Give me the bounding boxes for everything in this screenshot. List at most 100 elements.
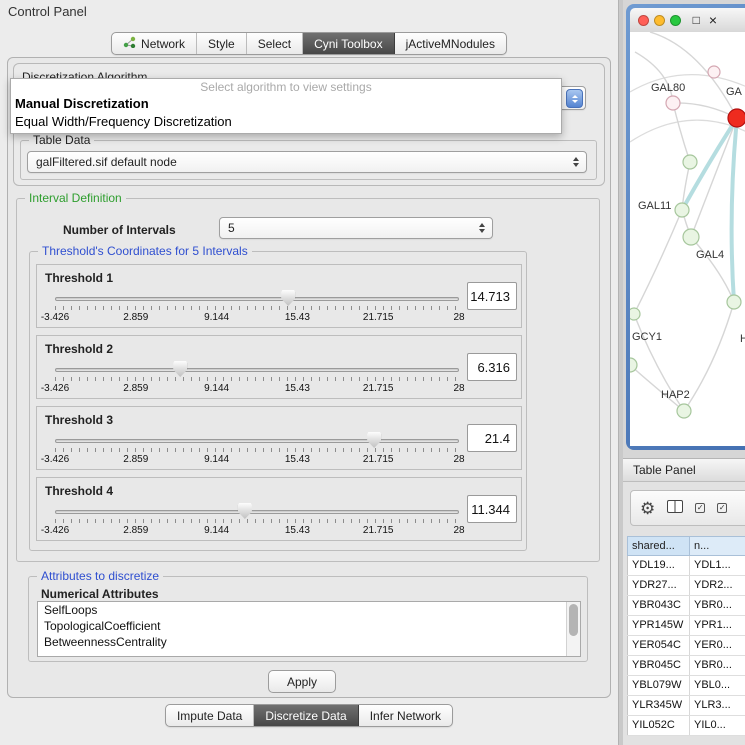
slider-thumb[interactable] xyxy=(173,361,187,377)
apply-button[interactable]: Apply xyxy=(268,670,336,693)
network-node[interactable] xyxy=(683,155,697,169)
network-node[interactable] xyxy=(630,308,640,320)
tick-label: 2.859 xyxy=(123,383,148,394)
tab-jactivemnodules[interactable]: jActiveMNodules xyxy=(395,33,506,54)
threshold-slider: -3.426 2.859 9.144 15.43 21.715 28 xyxy=(55,362,459,398)
network-node[interactable] xyxy=(666,96,680,110)
table-row[interactable]: YDL19...YDL1... xyxy=(627,556,745,576)
table-row[interactable]: YIL052CYIL0... xyxy=(627,716,745,736)
slider-thumb[interactable] xyxy=(367,432,381,448)
control-panel-titlebar: Control Panel xyxy=(0,0,618,22)
tick-label: 21.715 xyxy=(363,312,394,323)
table-row[interactable]: YBL079WYBL0... xyxy=(627,676,745,696)
gear-icon[interactable]: ⚙ xyxy=(640,500,655,517)
network-node[interactable] xyxy=(683,229,699,245)
table-row[interactable]: YPR145WYPR1... xyxy=(627,616,745,636)
num-intervals-spinner[interactable]: 5 xyxy=(219,217,493,239)
threshold-value-field[interactable] xyxy=(467,353,517,381)
list-item[interactable]: BetweennessCentrality xyxy=(38,634,580,650)
list-item[interactable]: SelfLoops xyxy=(38,602,580,618)
tick-label: 9.144 xyxy=(204,525,229,536)
table-row[interactable]: YBR043CYBR0... xyxy=(627,596,745,616)
threshold-value-field[interactable] xyxy=(467,495,517,523)
numerical-attributes-list[interactable]: SelfLoopsTopologicalCoefficientBetweenne… xyxy=(37,601,581,657)
tick-label: 9.144 xyxy=(204,312,229,323)
list-scrollbar[interactable] xyxy=(566,602,580,656)
network-edge[interactable] xyxy=(732,118,737,302)
tick-label: 9.144 xyxy=(204,383,229,394)
tick-label: -3.426 xyxy=(41,454,69,465)
select-all-checkbox-icon[interactable]: ✓ xyxy=(695,503,705,513)
thresholds-group-title: Threshold's Coordinates for 5 Intervals xyxy=(38,244,252,258)
table-cell: YBR0... xyxy=(690,596,745,615)
tick-label: 2.859 xyxy=(123,454,148,465)
network-edge[interactable] xyxy=(634,210,682,314)
threshold-label: Threshold 2 xyxy=(45,342,113,356)
tick-label: 2.859 xyxy=(123,525,148,536)
table-toolbar: ⚙ ✓ ✓ xyxy=(630,490,745,526)
tick-label: 2.859 xyxy=(123,312,148,323)
slider-track[interactable] xyxy=(55,368,459,372)
table-row[interactable]: YLR345WYLR3... xyxy=(627,696,745,716)
minimize-traffic-light-icon[interactable] xyxy=(654,15,665,26)
table-data-combobox[interactable]: galFiltered.sif default node xyxy=(27,151,587,173)
table-cell: YBR0... xyxy=(690,656,745,675)
table-row[interactable]: YBR045CYBR0... xyxy=(627,656,745,676)
table-row[interactable]: YER054CYER0... xyxy=(627,636,745,656)
tab-impute-data[interactable]: Impute Data xyxy=(166,705,254,726)
float-window-icon[interactable]: □ xyxy=(693,13,700,27)
network-node[interactable] xyxy=(675,203,689,217)
network-edge[interactable] xyxy=(691,237,734,302)
slider-thumb[interactable] xyxy=(281,290,295,306)
network-node-label: GCY1 xyxy=(632,331,662,343)
zoom-traffic-light-icon[interactable] xyxy=(670,15,681,26)
column-header-shared-name[interactable]: shared... xyxy=(627,536,690,556)
network-svg: GAL80GAGAL11GAL4GCY1HHAP2 xyxy=(630,32,745,446)
threshold-slider: -3.426 2.859 9.144 15.43 21.715 28 xyxy=(55,504,459,540)
slider-track[interactable] xyxy=(55,510,459,514)
network-node[interactable] xyxy=(677,404,691,418)
network-window-titlebar[interactable]: □ × xyxy=(630,8,745,32)
combobox-arrows-button[interactable] xyxy=(566,89,583,108)
slider-track[interactable] xyxy=(55,439,459,443)
network-edge[interactable] xyxy=(673,103,737,118)
threshold-value-field[interactable] xyxy=(467,282,517,310)
tab-label: Network xyxy=(141,37,185,51)
tab-style[interactable]: Style xyxy=(197,33,247,54)
interval-definition-group-title: Interval Definition xyxy=(25,191,126,205)
network-node-label: H xyxy=(740,333,745,345)
close-traffic-light-icon[interactable] xyxy=(638,15,649,26)
threshold-value-field[interactable] xyxy=(467,424,517,452)
threshold-panel: Threshold 4 -3.426 2.859 9.144 15.43 21.… xyxy=(36,477,522,541)
dropdown-option-equal-width[interactable]: Equal Width/Frequency Discretization xyxy=(11,113,561,131)
tab-select[interactable]: Select xyxy=(247,33,303,54)
tab-cyni-toolbox[interactable]: Cyni Toolbox xyxy=(303,33,394,54)
table-row[interactable]: YDR27...YDR2... xyxy=(627,576,745,596)
slider-track[interactable] xyxy=(55,297,459,301)
algorithm-dropdown-popup: Select algorithm to view settings Manual… xyxy=(10,78,562,134)
list-item[interactable]: TopologicalCoefficient xyxy=(38,618,580,634)
close-window-icon[interactable]: × xyxy=(709,12,717,28)
select-none-checkbox-icon[interactable]: ✓ xyxy=(717,503,727,513)
network-node[interactable] xyxy=(728,109,745,127)
network-node[interactable] xyxy=(727,295,741,309)
tab-network[interactable]: Network xyxy=(112,33,197,54)
scrollbar-thumb[interactable] xyxy=(569,604,578,636)
threshold-panel: Threshold 1 -3.426 2.859 9.144 15.43 21.… xyxy=(36,264,522,328)
threshold-panel: Threshold 2 -3.426 2.859 9.144 15.43 21.… xyxy=(36,335,522,399)
dropdown-option-manual[interactable]: Manual Discretization xyxy=(11,95,561,113)
table-data-selected-value: galFiltered.sif default node xyxy=(36,155,177,169)
node-table-body: YDL19...YDL1...YDR27...YDR2...YBR043CYBR… xyxy=(627,556,745,736)
network-edge[interactable] xyxy=(630,365,684,411)
tab-infer-network[interactable]: Infer Network xyxy=(359,705,452,726)
slider-thumb[interactable] xyxy=(238,503,252,519)
network-edge[interactable] xyxy=(673,103,690,162)
threshold-label: Threshold 4 xyxy=(45,484,113,498)
columns-icon[interactable] xyxy=(667,500,683,516)
network-edge[interactable] xyxy=(684,302,734,411)
network-canvas[interactable]: GAL80GAGAL11GAL4GCY1HHAP2 xyxy=(630,32,745,446)
tab-discretize-data[interactable]: Discretize Data xyxy=(254,705,358,726)
network-node[interactable] xyxy=(708,66,720,78)
table-data-group-title: Table Data xyxy=(29,133,94,147)
column-header-name[interactable]: n... xyxy=(690,536,745,556)
